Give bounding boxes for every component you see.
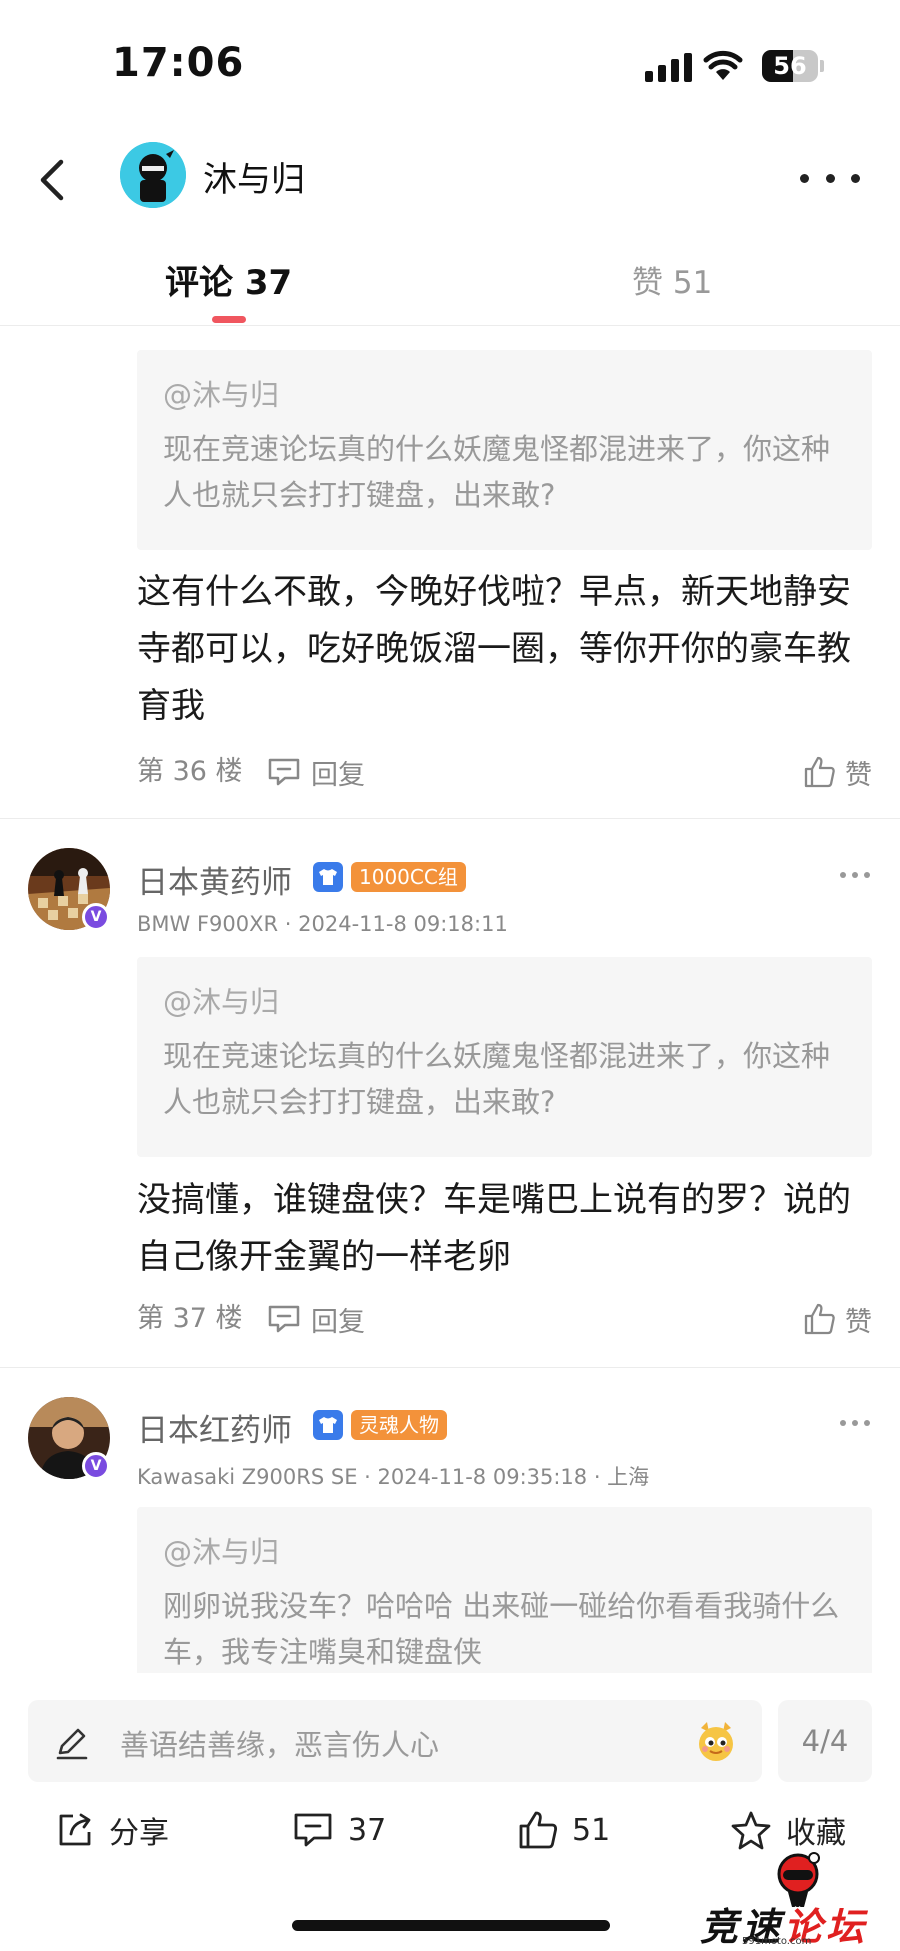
cellular-signal-icon bbox=[645, 52, 692, 82]
favorite-label: 收藏 bbox=[786, 1816, 846, 1851]
comment-feed[interactable]: @沐与归 现在竞速论坛真的什么妖魔鬼怪都混进来了，你这种人也就只会打打键盘，出来… bbox=[0, 327, 900, 1673]
commenter-name[interactable]: 日本黄药师 bbox=[137, 857, 292, 902]
comment-meta: Kawasaki Z900RS SE · 2024-11-8 09:35:18 … bbox=[137, 1465, 650, 1489]
like-label: 赞 bbox=[845, 1306, 872, 1338]
comments-count: 37 bbox=[348, 1812, 387, 1848]
forum-watermark-logo: 竞速论坛 591moto.com bbox=[700, 1852, 896, 1949]
emoji-icon[interactable] bbox=[693, 1718, 739, 1764]
status-time: 17:06 bbox=[112, 40, 245, 86]
reply-label: 回复 bbox=[311, 1306, 365, 1338]
shirt-badge-icon bbox=[313, 1410, 343, 1440]
tab-bar: 评论 37 赞 51 bbox=[0, 240, 900, 326]
favorite-button[interactable]: 收藏 bbox=[730, 1800, 846, 1860]
star-icon bbox=[731, 1811, 771, 1850]
commenter-name[interactable]: 日本红药师 bbox=[137, 1405, 292, 1450]
watermark-url: 591moto.com bbox=[742, 1936, 812, 1947]
comment-bubble-icon bbox=[294, 1813, 332, 1847]
input-placeholder: 善语结善缘，恶言伤人心 bbox=[120, 1728, 440, 1762]
chevron-left-icon bbox=[40, 159, 64, 201]
thumbs-up-icon bbox=[519, 1811, 558, 1849]
likes-count: 51 bbox=[572, 1812, 611, 1848]
rank-badge: 灵魂人物 bbox=[351, 1410, 447, 1440]
quoted-text: 现在竞速论坛真的什么妖魔鬼怪都混进来了，你这种人也就只会打打键盘，出来敢? bbox=[163, 432, 831, 512]
tab-likes[interactable]: 赞 51 bbox=[632, 257, 712, 302]
comments-button[interactable]: 37 bbox=[292, 1800, 386, 1860]
reply-text: 没搞懂，谁键盘侠？车是嘴巴上说有的罗？说的自己像开金翼的一样老卵 bbox=[137, 1180, 851, 1277]
comment-bubble-icon bbox=[268, 758, 300, 786]
comment-footer: 第 36 楼 回复 赞 bbox=[137, 752, 872, 792]
thumbs-up-icon bbox=[804, 756, 835, 788]
status-bar: 17:06 56 bbox=[0, 0, 900, 130]
top-nav-bar: 沐与归 bbox=[0, 130, 900, 230]
quoted-author: @沐与归 bbox=[163, 378, 280, 412]
wifi-icon bbox=[703, 50, 743, 80]
floor-number: 第 37 楼 bbox=[137, 1303, 243, 1334]
reply-label: 回复 bbox=[311, 759, 365, 791]
like-button[interactable]: 赞 bbox=[803, 752, 872, 792]
divider bbox=[0, 818, 900, 819]
like-post-button[interactable]: 51 bbox=[518, 1800, 610, 1860]
verified-badge-icon: V bbox=[82, 903, 110, 931]
comment-more-button[interactable] bbox=[840, 870, 870, 880]
avatar[interactable] bbox=[120, 142, 186, 208]
pen-icon bbox=[56, 1728, 88, 1760]
quoted-author: @沐与归 bbox=[163, 985, 280, 1019]
quoted-text: 刚卵说我没车？哈哈哈 出来碰一碰给你看看我骑什么车，我专注嘴臭和键盘侠 bbox=[163, 1589, 840, 1669]
quoted-comment: @沐与归 现在竞速论坛真的什么妖魔鬼怪都混进来了，你这种人也就只会打打键盘，出来… bbox=[137, 957, 872, 1157]
verified-badge-icon: V bbox=[82, 1452, 110, 1480]
like-button[interactable]: 赞 bbox=[803, 1299, 872, 1339]
more-options-button[interactable] bbox=[800, 158, 860, 198]
quoted-comment: @沐与归 刚卵说我没车？哈哈哈 出来碰一碰给你看看我骑什么车，我专注嘴臭和键盘侠 bbox=[137, 1507, 872, 1673]
floor-number: 第 36 楼 bbox=[137, 756, 243, 787]
share-icon bbox=[59, 1813, 91, 1846]
quoted-comment: @沐与归 现在竞速论坛真的什么妖魔鬼怪都混进来了，你这种人也就只会打打键盘，出来… bbox=[137, 350, 872, 550]
share-button[interactable]: 分享 bbox=[55, 1800, 169, 1860]
tab-active-indicator bbox=[212, 316, 246, 323]
comment-footer: 第 37 楼 回复 赞 bbox=[137, 1299, 872, 1339]
comment-more-button[interactable] bbox=[840, 1418, 870, 1428]
tab-comments[interactable]: 评论 37 bbox=[165, 255, 292, 304]
reply-button[interactable]: 回复 bbox=[267, 1299, 365, 1339]
back-button[interactable] bbox=[22, 148, 82, 212]
comment-meta: BMW F900XR · 2024-11-8 09:18:11 bbox=[137, 912, 508, 936]
rank-badge: 1000CC组 bbox=[351, 862, 466, 892]
share-label: 分享 bbox=[109, 1816, 169, 1851]
comment-bubble-icon bbox=[268, 1305, 300, 1333]
quoted-author: @沐与归 bbox=[163, 1535, 280, 1569]
user-name[interactable]: 沐与归 bbox=[203, 152, 305, 201]
ninja-avatar-icon bbox=[120, 142, 186, 208]
thumbs-up-icon bbox=[804, 1303, 835, 1335]
reply-text: 这有什么不敢，今晚好伐啦？早点，新天地静安寺都可以，吃好晚饭溜一圈，等你开你的豪… bbox=[137, 572, 851, 726]
reply-button[interactable]: 回复 bbox=[267, 752, 365, 792]
battery-icon: 56 bbox=[762, 50, 824, 82]
comment-input[interactable]: 善语结善缘，恶言伤人心 bbox=[28, 1700, 762, 1782]
bottom-action-bar: 分享 37 51 收藏 bbox=[0, 1800, 900, 1860]
divider bbox=[0, 1367, 900, 1368]
quoted-text: 现在竞速论坛真的什么妖魔鬼怪都混进来了，你这种人也就只会打打键盘，出来敢? bbox=[163, 1039, 831, 1119]
page-counter[interactable]: 4/4 bbox=[778, 1700, 872, 1782]
battery-level: 56 bbox=[773, 52, 807, 80]
shirt-badge-icon bbox=[313, 862, 343, 892]
home-indicator[interactable] bbox=[292, 1920, 610, 1931]
like-label: 赞 bbox=[845, 759, 872, 791]
